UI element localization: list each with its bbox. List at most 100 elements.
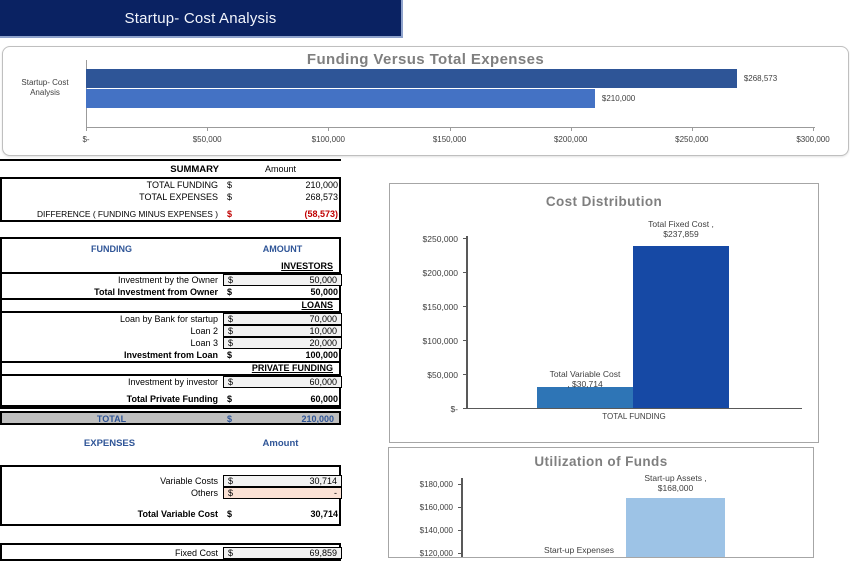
expenses-amount-header: Amount [221, 438, 340, 449]
row-label: Investment from Loan [2, 350, 221, 360]
category-label-line: Startup- Cost [7, 78, 83, 88]
chart-bar-total-funding [86, 89, 595, 108]
section-subheader: LOANS [2, 300, 339, 311]
bar-data-label-partial: Start-up Expenses [499, 545, 659, 555]
expenses-table-header: EXPENSES Amount [0, 437, 341, 450]
y-tick-label: $100,000 [394, 336, 458, 346]
y-tick-label: $150,000 [394, 302, 458, 312]
x-tick-mark [450, 127, 451, 131]
currency-symbol: $ [223, 350, 232, 360]
funding-section-box: Investment by investor$60,000Total Priva… [0, 374, 341, 407]
table-row: Fixed Cost$69,859 [2, 547, 339, 559]
amount-cell: $50,000 [223, 286, 342, 298]
amount-input-cell[interactable]: $10,000 [223, 325, 342, 337]
row-label: TOTAL FUNDING [2, 180, 221, 190]
table-row: Investment by the Owner$50,000 [2, 274, 339, 286]
currency-symbol: $ [223, 209, 232, 219]
amount-input-cell[interactable]: $30,714 [223, 475, 342, 487]
currency-symbol: $ [224, 326, 233, 336]
section-subheader-label: PRIVATE FUNDING [252, 363, 333, 373]
row-label: Investment by the Owner [2, 275, 221, 285]
y-tick-label: $180,000 [391, 480, 453, 489]
utilization-of-funds-chart: Utilization of Funds $180,000$160,000$14… [388, 447, 814, 558]
row-label: Loan 2 [2, 326, 221, 336]
funding-table-body: INVESTORSInvestment by the Owner$50,000T… [2, 261, 339, 407]
bar-value-label: $268,573 [744, 74, 777, 83]
x-axis-line [466, 408, 802, 409]
amount-input-cell[interactable]: $- [223, 487, 342, 499]
chart-bar-total-fixed-cost [633, 246, 729, 408]
y-tick-mark [458, 484, 461, 485]
y-tick-mark [458, 553, 461, 554]
amount-value: 70,000 [233, 314, 341, 324]
funding-section-box: Investment by the Owner$50,000Total Inve… [0, 272, 341, 300]
bar-data-label-line: $237,859 [603, 229, 759, 239]
row-label: Total Variable Cost [2, 509, 221, 519]
x-tick-mark [86, 127, 87, 131]
bar-data-label: Start-up Assets ,$168,000 [596, 473, 755, 493]
amount-value: 60,000 [232, 394, 342, 404]
row-label: DIFFERENCE ( FUNDING MINUS EXPENSES ) [2, 209, 221, 219]
amount-cell: $(58,573) [223, 208, 342, 220]
amount-value: (58,573) [232, 209, 342, 219]
cost-distribution-title: Cost Distribution [390, 194, 818, 209]
summary-amount-header: Amount [221, 164, 340, 174]
row-spacer [2, 520, 339, 524]
y-tick-mark [458, 530, 461, 531]
y-tick-mark [463, 374, 466, 375]
row-label: Loan by Bank for startup [2, 314, 221, 324]
y-tick-label: $140,000 [391, 526, 453, 535]
amount-input-cell[interactable]: $60,000 [223, 376, 342, 388]
funding-table-header: FUNDING AMOUNT [2, 241, 339, 256]
row-label: Investment by investor [2, 377, 221, 387]
funding-section-box: Loan by Bank for startup$70,000Loan 2$10… [0, 311, 341, 363]
currency-symbol: $ [224, 548, 233, 558]
row-spacer [2, 499, 339, 508]
summary-table-body: TOTAL FUNDING$210,000TOTAL EXPENSES$268,… [0, 177, 341, 222]
bar-data-label-line: Total Fixed Cost , [603, 219, 759, 229]
funding-amount-header: AMOUNT [223, 244, 342, 254]
y-tick-label: $160,000 [391, 503, 453, 512]
amount-value: 20,000 [233, 338, 341, 348]
amount-input-cell[interactable]: $50,000 [223, 274, 342, 286]
expenses-table: EXPENSES Amount Variable Costs$30,714Oth… [0, 437, 341, 526]
row-label: Others [2, 488, 221, 498]
amount-cell: $100,000 [223, 349, 342, 361]
currency-symbol: $ [224, 377, 233, 387]
expenses-header-label: EXPENSES [0, 438, 219, 449]
amount-value: 210,000 [232, 180, 342, 190]
amount-input-cell[interactable]: $70,000 [223, 313, 342, 325]
currency-symbol: $ [223, 287, 232, 297]
table-row: Loan 3$20,000 [2, 337, 339, 349]
currency-symbol: $ [224, 275, 233, 285]
x-tick-mark [328, 127, 329, 131]
x-axis-line [86, 127, 815, 128]
x-tick-mark [207, 127, 208, 131]
currency-symbol: $ [224, 488, 233, 498]
summary-table-header: SUMMARY Amount [0, 161, 341, 177]
total-dollar: $ [227, 414, 232, 424]
expenses-table-body: Variable Costs$30,714Others$-Total Varia… [0, 465, 341, 526]
y-tick-mark [458, 507, 461, 508]
amount-cell: $210,000 [223, 179, 342, 191]
y-tick-label: $50,000 [394, 370, 458, 380]
x-tick-label: $250,000 [662, 135, 722, 144]
amount-input-cell[interactable]: $69,859 [223, 547, 342, 559]
amount-input-cell[interactable]: $20,000 [223, 337, 342, 349]
funding-vs-expenses-chart: Funding Versus Total Expenses $268,573$2… [2, 46, 849, 156]
table-row: Total Variable Cost$30,714 [2, 508, 339, 520]
bar-data-label-line: $168,000 [596, 483, 755, 493]
startup-cost-analysis-sheet: { "banner": { "title": "Startup- Cost An… [0, 0, 850, 556]
section-subheader: INVESTORS [2, 261, 339, 272]
y-axis-line [461, 478, 463, 558]
currency-symbol: $ [223, 509, 232, 519]
bar-value-label: $210,000 [602, 94, 635, 103]
fixed-cost-table-partial: Fixed Cost$69,859 [0, 543, 341, 561]
cost-distribution-chart: Cost Distribution $250,000$200,000$150,0… [389, 183, 819, 443]
y-tick-label: $- [394, 404, 458, 414]
total-label: TOTAL [2, 414, 221, 424]
amount-value: 268,573 [232, 192, 342, 202]
amount-value: 60,000 [233, 377, 341, 387]
amount-cell: $60,000 [223, 393, 342, 405]
currency-symbol: $ [223, 192, 232, 202]
